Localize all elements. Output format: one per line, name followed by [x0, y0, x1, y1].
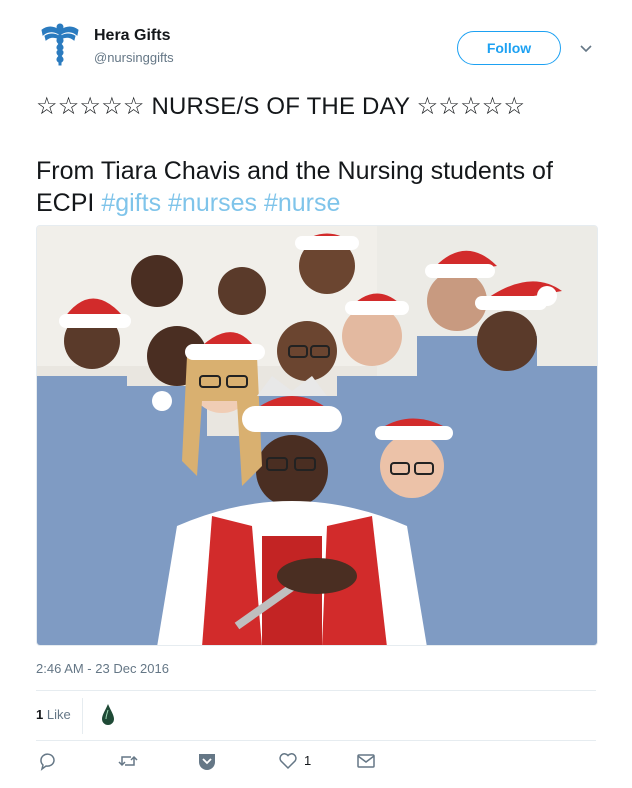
tweet-photo[interactable]: [36, 225, 598, 646]
heart-icon[interactable]: [277, 750, 299, 772]
hashtag-gifts[interactable]: #gifts: [101, 189, 161, 217]
caduceus-icon: [41, 23, 79, 66]
tweet-headline: ☆☆☆☆☆ NURSE/S OF THE DAY ☆☆☆☆☆: [36, 93, 526, 120]
timestamp[interactable]: 2:46 AM - 23 Dec 2016: [36, 661, 169, 676]
stats-divider: [82, 698, 83, 734]
like-count: 1: [36, 707, 44, 722]
like-label: Like: [46, 707, 71, 722]
like-stats[interactable]: 1 Like: [36, 707, 71, 722]
account-name[interactable]: Hera Gifts: [94, 27, 170, 45]
save-icon[interactable]: [196, 750, 218, 772]
hashtag-nurse[interactable]: #nurse: [264, 189, 340, 217]
action-like-count: 1: [304, 753, 312, 768]
divider: [36, 740, 596, 741]
tweet-text: From Tiara Chavis and the Nursing studen…: [36, 155, 596, 219]
avatar[interactable]: [36, 20, 84, 68]
group-photo-illustration: [37, 226, 597, 645]
envelope-icon[interactable]: [355, 750, 377, 772]
account-handle[interactable]: @nursinggifts: [94, 50, 174, 65]
divider: [36, 690, 596, 691]
retweet-icon[interactable]: [117, 750, 139, 772]
reply-icon[interactable]: [37, 750, 59, 772]
liker-avatar[interactable]: [98, 702, 118, 726]
hashtag-nurses[interactable]: #nurses: [168, 189, 257, 217]
drop-icon: [102, 704, 114, 725]
chevron-down-icon[interactable]: [578, 40, 594, 56]
follow-button[interactable]: Follow: [457, 31, 561, 65]
